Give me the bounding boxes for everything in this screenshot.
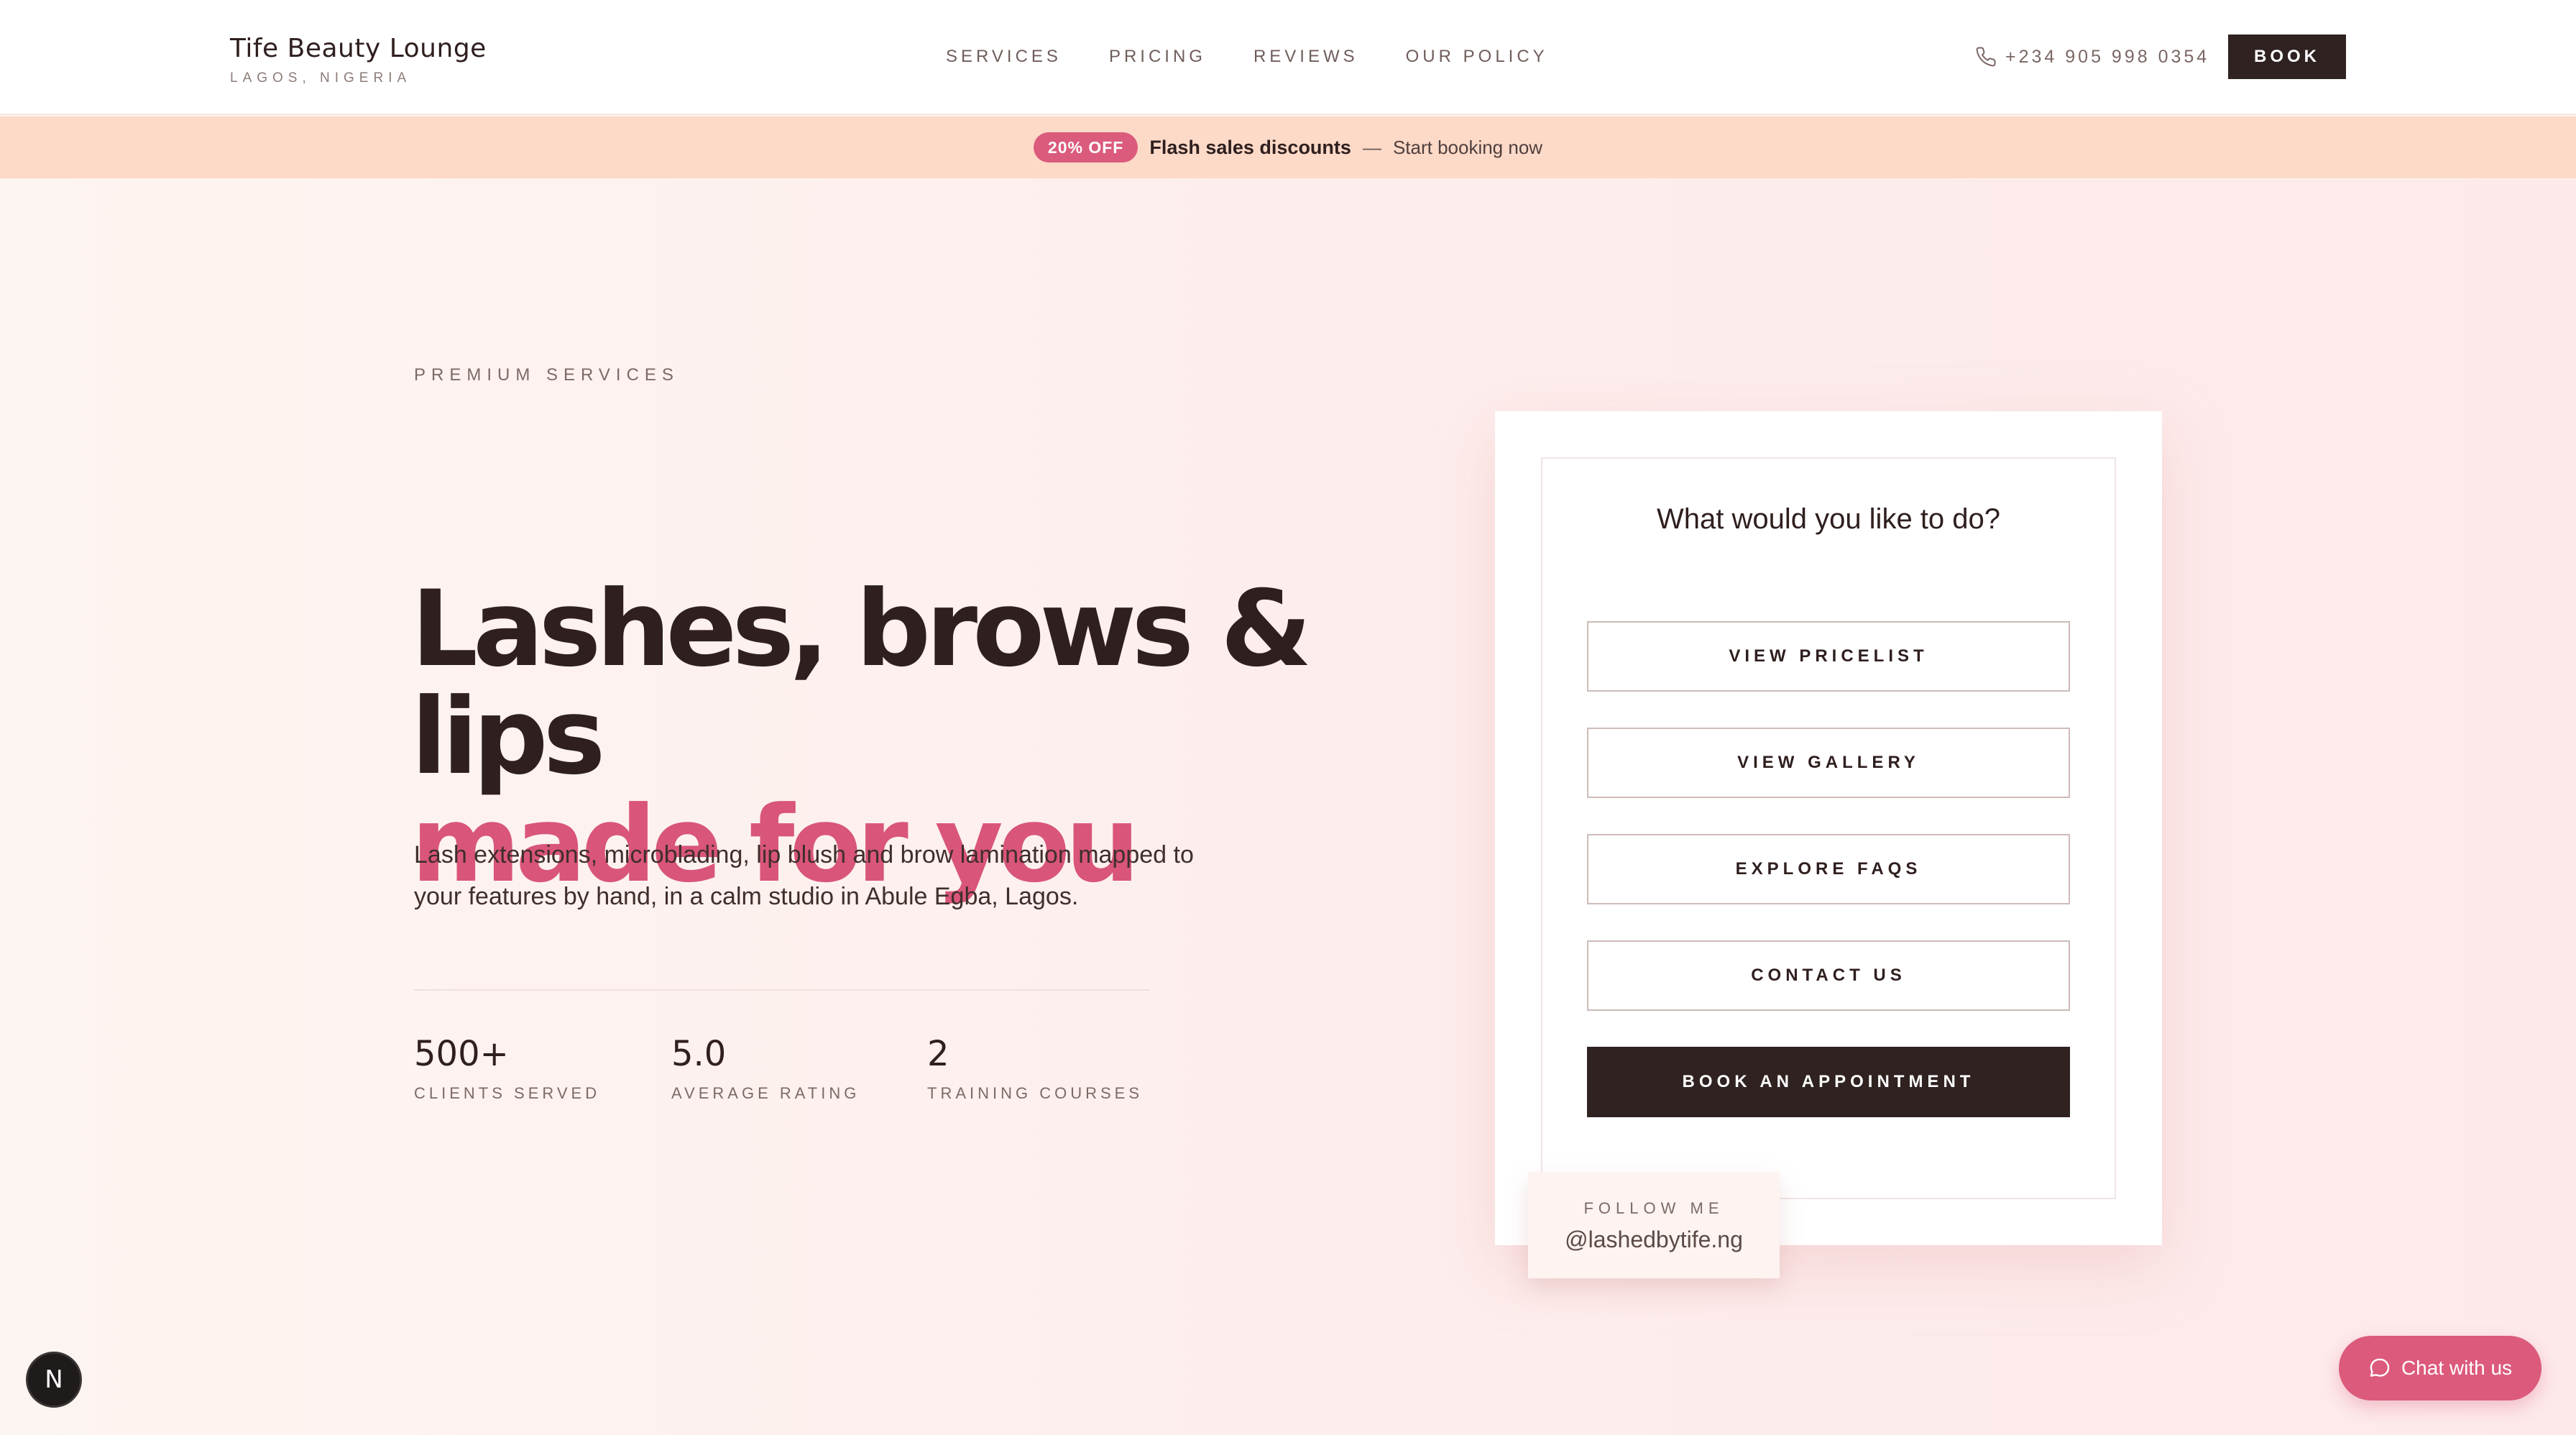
phone-number: +234 905 998 0354	[2005, 46, 2210, 67]
promo-subtitle: Start booking now	[1392, 136, 1543, 158]
stat-clients: 500+ CLIENTS SERVED	[414, 1032, 600, 1103]
stats-divider	[414, 989, 1150, 991]
hero-eyebrow: PREMIUM SERVICES	[414, 365, 679, 385]
promo-bar[interactable]: 20% OFF Flash sales discounts — Start bo…	[0, 116, 2576, 178]
hero-intro: Lash extensions, microblading, lip blush…	[414, 841, 1194, 910]
instagram-handle: @lashedbytife.ng	[1565, 1227, 1743, 1252]
nav-pricing[interactable]: PRICING	[1109, 47, 1206, 67]
promo-separator: —	[1362, 136, 1381, 158]
nav-our-policy[interactable]: OUR POLICY	[1406, 47, 1548, 67]
action-card-inner: What would you like to do? VIEW PRICELIS…	[1541, 457, 2116, 1199]
book-appointment-button[interactable]: BOOK AN APPOINTMENT	[1587, 1047, 2070, 1117]
phone-icon	[1976, 47, 1996, 67]
chat-bubble-icon	[2370, 1358, 2390, 1377]
stat-label: CLIENTS SERVED	[414, 1084, 601, 1102]
view-gallery-button[interactable]: VIEW GALLERY	[1587, 728, 2070, 798]
discount-badge: 20% OFF	[1033, 132, 1138, 162]
stat-value: 2	[927, 1034, 949, 1074]
book-button[interactable]: BOOK	[2228, 35, 2346, 79]
contact-us-button[interactable]: CONTACT US	[1587, 940, 2070, 1011]
phone-link[interactable]: +234 905 998 0354	[1975, 43, 2209, 70]
stat-value: 5.0	[671, 1034, 727, 1074]
explore-faqs-button[interactable]: EXPLORE FAQS	[1587, 834, 2070, 904]
action-card: What would you like to do? VIEW PRICELIS…	[1495, 411, 2162, 1245]
stat-rating: 5.0 AVERAGE RATING	[671, 1032, 860, 1103]
view-pricelist-button[interactable]: VIEW PRICELIST	[1587, 621, 2070, 692]
main-nav: SERVICES PRICING REVIEWS OUR POLICY	[946, 45, 1548, 69]
chat-button[interactable]: Chat with us	[2339, 1336, 2542, 1400]
promo-title: Flash sales discounts	[1149, 136, 1351, 158]
dev-tools-badge[interactable]: N	[26, 1352, 82, 1408]
brand[interactable]: Tife Beauty Lounge LAGOS, NIGERIA	[230, 32, 487, 86]
brand-location: LAGOS, NIGERIA	[230, 70, 412, 86]
nav-reviews[interactable]: REVIEWS	[1254, 47, 1358, 67]
site-header: Tife Beauty Lounge LAGOS, NIGERIA SERVIC…	[0, 0, 2576, 115]
card-title: What would you like to do?	[1656, 503, 2001, 535]
headline-line-1: Lashes, brows & lips	[411, 568, 1312, 798]
brand-name: Tife Beauty Lounge	[230, 34, 487, 63]
stat-value: 500+	[414, 1034, 509, 1074]
follow-tag[interactable]: FOLLOW ME @lashedbytife.ng	[1528, 1172, 1780, 1278]
chat-label: Chat with us	[2401, 1357, 2513, 1379]
follow-label: FOLLOW ME	[1583, 1199, 1724, 1217]
nav-services[interactable]: SERVICES	[946, 47, 1062, 67]
stat-courses: 2 TRAINING COURSES	[927, 1032, 1143, 1103]
stat-label: AVERAGE RATING	[671, 1084, 860, 1102]
stat-label: TRAINING COURSES	[927, 1084, 1144, 1102]
